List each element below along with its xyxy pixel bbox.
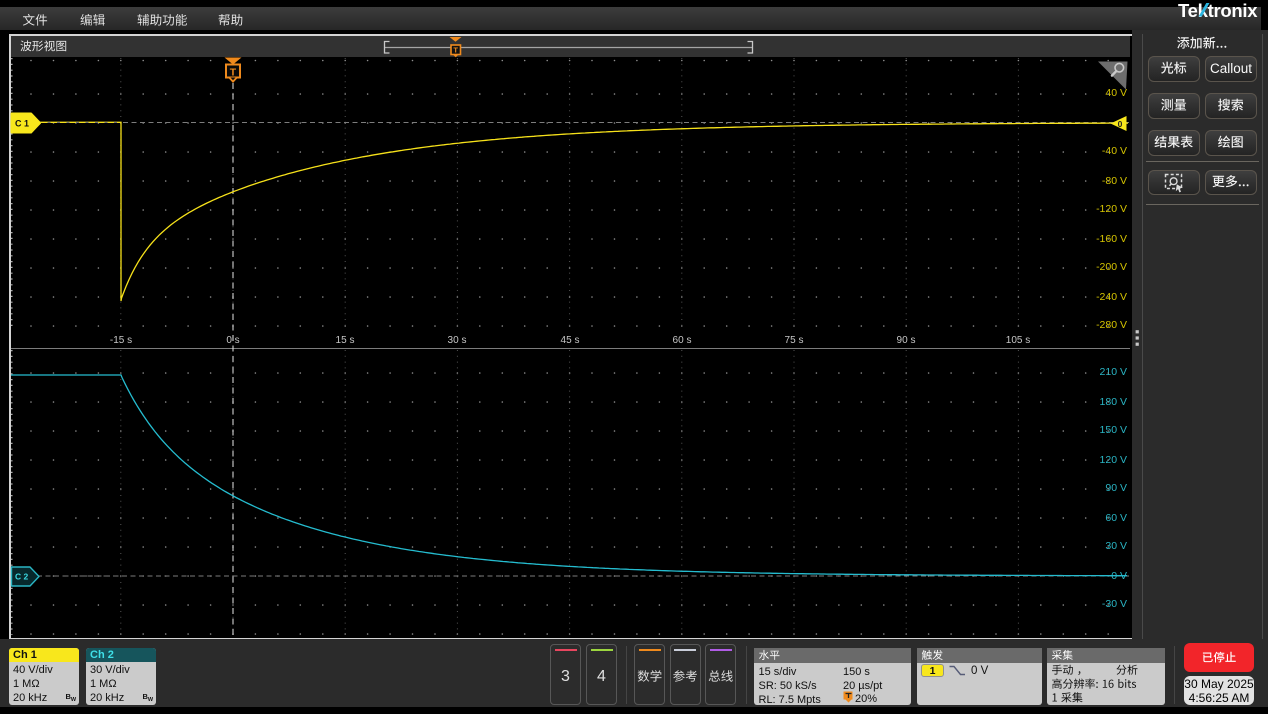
svg-text:0: 0 — [1118, 119, 1123, 129]
svg-text:T: T — [453, 46, 458, 55]
svg-text:C 2: C 2 — [15, 572, 29, 582]
svg-text:C 1: C 1 — [15, 119, 29, 129]
svg-text:T: T — [230, 66, 237, 78]
